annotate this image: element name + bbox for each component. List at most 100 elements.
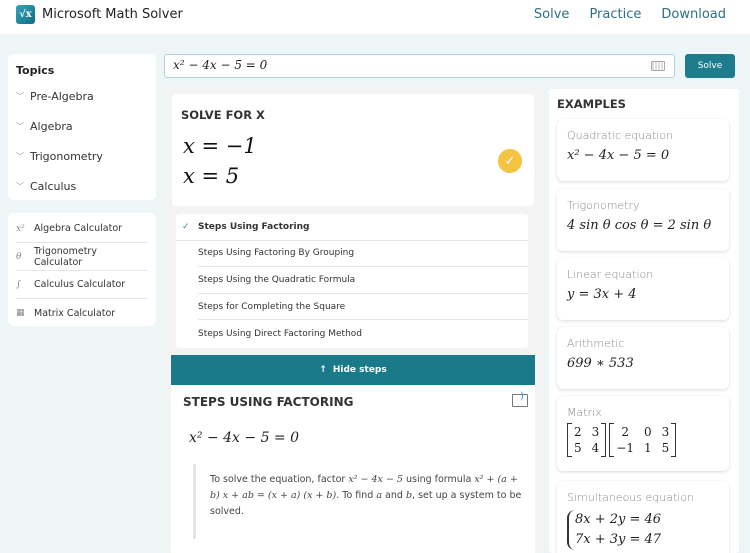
explain-text: and: [382, 490, 406, 501]
topic-trigonometry[interactable]: ﹀ Trigonometry: [16, 141, 148, 171]
method-label: Steps Using Direct Factoring Method: [198, 328, 362, 339]
matrix-a: 2354: [567, 423, 607, 457]
example-label: Simultaneous equation: [567, 491, 695, 504]
matrix-cell: 2: [574, 425, 582, 439]
result-title: SOLVE FOR X: [181, 108, 265, 122]
method-label: Steps Using Factoring: [198, 221, 310, 232]
method-item[interactable]: Steps Using Factoring By Grouping: [198, 241, 528, 268]
hide-steps-button[interactable]: ↑ Hide steps: [171, 355, 535, 385]
matrix-cell: 4: [591, 441, 600, 455]
equation-input-value: x² − 4x − 5 = 0: [173, 58, 268, 72]
calculator-label: Matrix Calculator: [34, 307, 116, 319]
check-icon: ✓: [498, 149, 522, 173]
topic-label: Pre-Algebra: [30, 89, 94, 103]
solve-button[interactable]: Solve: [685, 54, 735, 78]
method-item[interactable]: Steps for Completing the Square: [198, 294, 528, 321]
equation-input[interactable]: x² − 4x − 5 = 0: [164, 54, 675, 78]
solution-panel: SOLVE FOR X x = −1 x = 5 ✓ ✓ Steps Using …: [164, 86, 542, 553]
calculators-panel: x² Algebra Calculator θ Trigonometry Calcu…: [8, 213, 156, 326]
example-system: 8x + 2y = 46 7x + 3y = 47: [567, 510, 719, 550]
chevron-down-icon: ﹀: [16, 91, 24, 101]
matrix-cell: 5: [661, 441, 670, 455]
system-line: 8x + 2y = 46: [575, 512, 662, 527]
matrix-cell: 2: [621, 425, 629, 439]
steps-title: STEPS USING FACTORING: [183, 395, 354, 409]
topic-algebra[interactable]: ﹀ Algebra: [16, 111, 148, 141]
system-line: 7x + 3y = 47: [575, 532, 662, 547]
example-card[interactable]: Trigonometry 4 sin θ cos θ = 2 sin θ: [557, 189, 729, 251]
example-label: Quadratic equation: [567, 129, 674, 142]
matrix-cell: −1: [616, 441, 634, 455]
example-card[interactable]: Matrix 2354 2 0 3 −1 1 5: [557, 396, 729, 471]
steps-equation: x² − 4x − 5 = 0: [189, 430, 300, 446]
matrix-cell: 0: [643, 425, 652, 439]
chevron-down-icon: ﹀: [16, 121, 24, 131]
matrix-cell: 5: [574, 441, 582, 455]
example-label: Linear equation: [567, 268, 654, 281]
app-title[interactable]: Microsoft Math Solver: [42, 7, 183, 22]
example-card[interactable]: Simultaneous equation 8x + 2y = 46 7x + …: [557, 481, 729, 553]
example-card[interactable]: Linear equation y = 3x + 4: [557, 258, 729, 320]
topic-calculus[interactable]: ﹀ Calculus: [16, 171, 148, 201]
topics-title: Topics: [16, 64, 55, 77]
integral-icon: ∫: [16, 279, 21, 290]
hide-steps-label: Hide steps: [332, 365, 387, 375]
keyboard-icon[interactable]: [651, 61, 665, 71]
solution-methods-list: ✓ Steps Using Factoring Steps Using Facto…: [176, 214, 528, 348]
matrix-cell: 1: [643, 441, 652, 455]
method-item[interactable]: Steps Using Direct Factoring Method: [198, 320, 528, 347]
matrix-cell: 3: [661, 425, 670, 439]
method-item[interactable]: ✓ Steps Using Factoring: [176, 214, 528, 241]
example-matrix: 2354 2 0 3 −1 1 5: [567, 423, 719, 457]
top-nav: Solve Practice Download: [534, 7, 726, 22]
example-value: 699 ∗ 533: [567, 356, 634, 371]
calculator-label: Calculus Calculator: [34, 279, 126, 290]
nav-practice[interactable]: Practice: [589, 7, 641, 22]
example-card[interactable]: Arithmetic 699 ∗ 533: [557, 327, 729, 389]
explain-math: x² − 4x − 5: [348, 474, 403, 485]
example-label: Trigonometry: [567, 199, 640, 212]
calculator-label: Algebra Calculator: [34, 223, 123, 234]
example-value: x² − 4x − 5 = 0: [567, 148, 670, 163]
steps-section: STEPS USING FACTORING x² − 4x − 5 = 0 To…: [171, 385, 535, 553]
matrix-icon: ▦: [16, 308, 25, 318]
method-item[interactable]: Steps Using the Quadratic Formula: [198, 267, 528, 294]
calculus-calculator-link[interactable]: ∫ Calculus Calculator: [16, 271, 148, 299]
explain-text: . To find: [336, 490, 377, 501]
immersive-reader-icon[interactable]: [512, 391, 528, 407]
checkmark-icon: ✓: [182, 221, 190, 232]
explain-text: using formula: [402, 474, 475, 485]
topic-label: Algebra: [30, 119, 73, 133]
matrix-b: 2 0 3 −1 1 5: [609, 423, 677, 457]
topic-pre-algebra[interactable]: ﹀ Pre-Algebra: [16, 81, 148, 111]
explain-text: To solve the equation, factor: [210, 474, 349, 485]
step-explanation: To solve the equation, factor x² − 4x − …: [193, 464, 523, 539]
example-label: Matrix: [567, 406, 602, 419]
math-solver-logo-icon: √x: [16, 5, 35, 24]
x-squared-icon: x²: [16, 223, 25, 234]
example-card[interactable]: Quadratic equation x² − 4x − 5 = 0: [557, 119, 729, 181]
theta-icon: θ: [16, 251, 22, 262]
method-label: Steps Using Factoring By Grouping: [198, 248, 355, 259]
topic-label: Calculus: [30, 179, 77, 193]
chevron-down-icon: ﹀: [16, 181, 24, 191]
topics-panel: Topics ﹀ Pre-Algebra ﹀ Algebra ﹀ Trigonomet…: [8, 54, 156, 200]
examples-panel: EXAMPLES Quadratic equation x² − 4x − 5 …: [549, 89, 739, 553]
nav-solve[interactable]: Solve: [534, 7, 570, 22]
top-bar: √x Microsoft Math Solver Solve Practice …: [0, 0, 750, 34]
solution-1: x = −1: [183, 134, 257, 158]
arrow-up-icon: ↑: [319, 365, 327, 375]
matrix-cell: 3: [591, 425, 600, 439]
trigonometry-calculator-link[interactable]: θ Trigonometry Calculator: [16, 243, 148, 271]
chevron-down-icon: ﹀: [16, 151, 24, 161]
examples-title: EXAMPLES: [557, 97, 626, 111]
method-label: Steps Using the Quadratic Formula: [198, 274, 356, 285]
example-value: 4 sin θ cos θ = 2 sin θ: [567, 218, 712, 233]
method-label: Steps for Completing the Square: [198, 301, 346, 312]
nav-download[interactable]: Download: [661, 7, 726, 22]
solution-2: x = 5: [183, 164, 240, 188]
matrix-calculator-link[interactable]: ▦ Matrix Calculator: [16, 299, 148, 327]
topic-label: Trigonometry: [30, 149, 103, 163]
example-label: Arithmetic: [567, 337, 625, 350]
algebra-calculator-link[interactable]: x² Algebra Calculator: [16, 215, 148, 243]
